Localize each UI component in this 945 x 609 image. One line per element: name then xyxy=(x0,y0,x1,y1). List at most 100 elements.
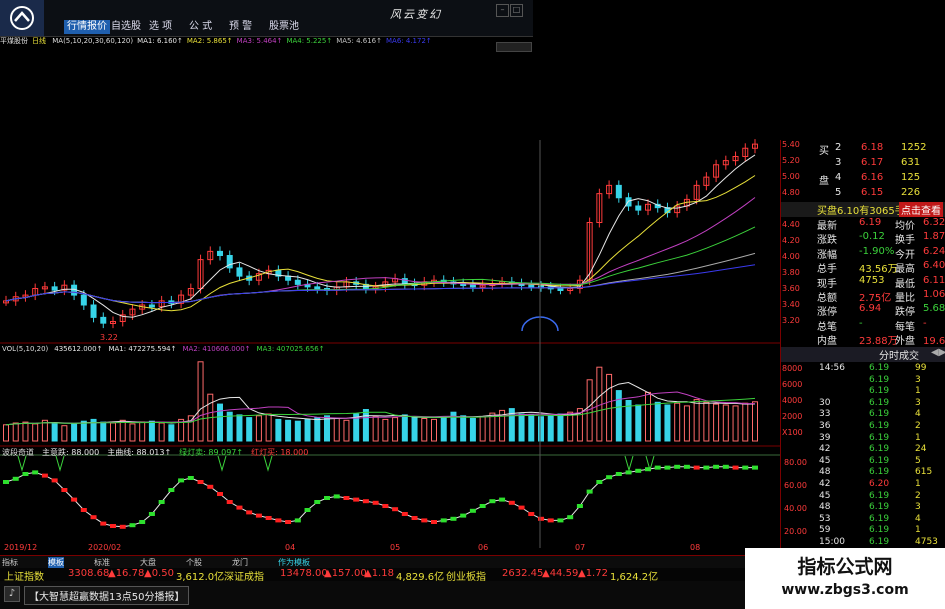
field-value: 1.87% xyxy=(923,231,945,243)
vol-ma-line xyxy=(5,397,756,426)
index-item: 13478.00 xyxy=(280,568,328,579)
low-price-label: 3.22 xyxy=(100,333,118,342)
menu-quotes[interactable]: 行情报价 xyxy=(64,20,110,34)
indicator-dot xyxy=(489,499,496,504)
bottom-tab[interactable]: 龙门 xyxy=(232,557,248,568)
ask-volume: 631 xyxy=(901,157,921,168)
field-label: 跌停 xyxy=(895,307,915,319)
tick-volume: 24 xyxy=(915,444,927,455)
bottom-tab[interactable]: 个股 xyxy=(186,557,202,568)
candle-body xyxy=(635,205,642,211)
ma-line xyxy=(5,226,756,304)
candle-body xyxy=(90,304,97,318)
indicator-dot xyxy=(450,516,457,521)
watermark-url: www.zbgs3.com xyxy=(781,582,909,598)
kline-chart[interactable] xyxy=(0,48,780,556)
tick-price: 6.19 xyxy=(869,363,890,373)
indicator-dot xyxy=(158,500,165,504)
tick-volume: 4753 xyxy=(915,537,938,547)
indicator-dot xyxy=(518,505,525,510)
quote-field-row: 总手 43.56万 最高 6.40 xyxy=(781,260,945,275)
tick-volume: 4 xyxy=(915,513,921,524)
field-value: 19.68万 xyxy=(923,336,945,348)
field-value: 6.32 xyxy=(923,217,945,228)
indicator-dot xyxy=(372,500,379,505)
bottom-tab[interactable]: 大盘 xyxy=(140,557,156,568)
ask-volume: 1252 xyxy=(901,142,927,153)
menu-formula[interactable]: 公 式 xyxy=(186,20,215,34)
tick-volume: 615 xyxy=(915,467,933,478)
field-label: 外盘 xyxy=(895,336,915,348)
tick-tab[interactable]: 分时成交 xyxy=(879,347,919,362)
tick-time: 14:56 xyxy=(819,363,845,373)
tick-volume: 3 xyxy=(915,397,921,408)
indicator-dot xyxy=(674,464,681,469)
volume-bar xyxy=(294,420,301,442)
volume-bar xyxy=(683,405,690,442)
field-value: 6.24 xyxy=(923,245,945,257)
tick-tab-arrows[interactable]: ◀▶ xyxy=(931,347,945,358)
bottom-tab[interactable]: 标准 xyxy=(94,557,110,568)
tick-time: 39 xyxy=(819,432,831,443)
indicator-dot xyxy=(538,516,544,521)
index-item: ▲44.59 xyxy=(542,568,579,579)
volume-bar xyxy=(71,423,78,442)
indicator-dot xyxy=(51,478,58,483)
news-ticker[interactable]: 【大智慧超赢数据13点50分播报】 xyxy=(24,586,190,605)
tick-price: 6.19 xyxy=(869,444,890,455)
bottom-tab[interactable]: 指标 xyxy=(2,557,18,568)
speaker-icon[interactable]: ♪ xyxy=(4,586,20,602)
bottom-tab[interactable]: 模板 xyxy=(48,557,64,568)
period-label[interactable]: 日线 xyxy=(32,37,46,45)
indicator-dot xyxy=(606,475,613,480)
volume-bar xyxy=(265,413,272,442)
volume-header: VOL(5,10,20) 435612.000↑ MA1: 472275.594↑ M… xyxy=(2,345,331,353)
field-label: 涨幅 xyxy=(817,249,837,261)
ask-row: 3 6.17 631 xyxy=(781,157,945,172)
indicator-dot xyxy=(285,520,292,524)
date-tick: 2019/12 xyxy=(4,543,38,552)
indicator-dot xyxy=(333,494,340,499)
candle-body xyxy=(615,184,622,199)
indicator-dot xyxy=(528,512,535,516)
field-label: 内盘 xyxy=(817,336,837,348)
volume-bar xyxy=(538,416,544,442)
indicator-dot xyxy=(41,473,48,478)
tick-volume: 3 xyxy=(915,502,921,513)
ask-level: 2 xyxy=(835,142,842,153)
menu-watchlist[interactable]: 自选股 xyxy=(108,20,144,34)
field-value: 6.94 xyxy=(859,303,882,315)
quote-field-row: 总笔 - 每笔 - xyxy=(781,318,945,333)
volume-pane xyxy=(3,361,758,442)
volume-bar xyxy=(440,417,447,442)
tick-tab-row: 分时成交 ◀▶ xyxy=(781,347,945,362)
indicator-dot xyxy=(440,518,447,523)
volume-bar xyxy=(304,418,311,442)
click-view-button[interactable]: 点击查看 xyxy=(899,202,943,217)
menu-options[interactable]: 选 项 xyxy=(146,20,175,34)
index-item: 2632.45 xyxy=(502,568,544,579)
indicator-dot xyxy=(362,499,369,504)
sell-side-label: 盘 xyxy=(819,176,829,187)
volume-bar xyxy=(518,413,525,442)
ask-price: 6.16 xyxy=(861,172,884,183)
indicator-dot xyxy=(567,515,574,520)
bid-summary: 买盘6.10有3065手 xyxy=(817,206,905,217)
minimize-button[interactable]: – xyxy=(496,4,509,17)
volume-bar xyxy=(489,412,496,442)
menu-alerts[interactable]: 预 警 xyxy=(226,20,255,34)
indicator-dot xyxy=(265,516,272,520)
tick-volume: 1 xyxy=(915,525,921,536)
bottom-tab[interactable]: 作为模板 xyxy=(278,557,310,568)
ind-value-3: 绿灯卖: 89.097↑ xyxy=(179,448,244,457)
menu-stock-pool[interactable]: 股票池 xyxy=(266,20,302,34)
signal-marker xyxy=(624,455,634,472)
ind-value-4: 红灯买: 18.000 xyxy=(251,448,309,457)
restore-button[interactable]: □ xyxy=(510,4,523,17)
indicator-dot xyxy=(654,465,661,470)
volume-bar xyxy=(615,390,622,442)
indicator-dot xyxy=(314,500,321,504)
tick-time: 36 xyxy=(819,421,831,431)
field-label: 现手 xyxy=(817,278,837,290)
signal-marker xyxy=(217,455,227,472)
